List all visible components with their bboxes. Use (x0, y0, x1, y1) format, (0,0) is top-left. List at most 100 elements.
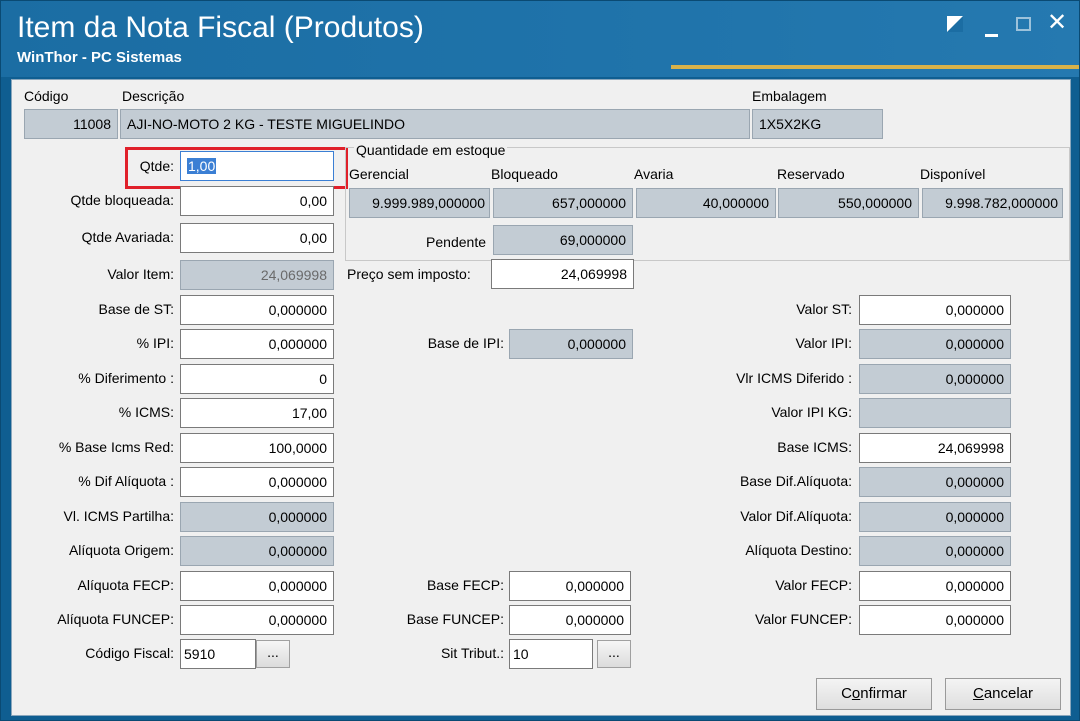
maximize-icon (1015, 16, 1031, 31)
preco-sem-imposto-label: Preço sem imposto: (347, 266, 471, 282)
valor-funcep-label: Valor FUNCEP: (755, 611, 852, 627)
cancelar-label-accel: C (972, 685, 984, 702)
aliquota-origem-field[interactable]: 0,000000 (180, 536, 334, 566)
sit-tribut-label: Sit Tribut.: (440, 645, 504, 661)
aliquota-funcep-input[interactable]: 0,000000 (180, 605, 334, 635)
minimize-button[interactable] (977, 9, 1005, 37)
pct-icms-input[interactable]: 17,00 (180, 398, 334, 428)
valor-st-input[interactable]: 0,000000 (859, 295, 1011, 325)
base-funcep-label: Base FUNCEP: (406, 611, 504, 627)
confirmar-label-accel: o (851, 685, 861, 702)
base-fecp-input[interactable]: 0,000000 (509, 571, 631, 601)
avaria-label: Avaria (634, 166, 674, 182)
valor-ipi-kg-field[interactable] (859, 398, 1011, 428)
descricao-field[interactable]: AJI-NO-MOTO 2 KG - TESTE MIGUELINDO (120, 109, 750, 139)
base-icms-label: Base ICMS: (777, 439, 852, 455)
valor-funcep-input[interactable]: 0,000000 (859, 605, 1011, 635)
pct-base-icms-red-input[interactable]: 100,0000 (180, 433, 334, 463)
base-st-label: Base de ST: (98, 301, 175, 317)
aliquota-fecp-input[interactable]: 0,000000 (180, 571, 334, 601)
disponivel-label: Disponível (920, 166, 986, 182)
avaria-field[interactable]: 40,000000 (636, 188, 776, 218)
base-ipi-field[interactable]: 0,000000 (509, 329, 633, 359)
bloqueado-field[interactable]: 657,000000 (493, 188, 633, 218)
sit-tribut-lookup-button[interactable]: ... (597, 640, 631, 668)
title-accent-line (671, 65, 1079, 69)
confirmar-label-pre: C (841, 685, 852, 702)
title-bar[interactable]: Item da Nota Fiscal (Produtos) WinThor -… (1, 1, 1079, 77)
stock-group-title: Quantidade em estoque (354, 142, 508, 158)
gerencial-field[interactable]: 9.999.989,000000 (349, 188, 490, 218)
aliquota-origem-label: Alíquota Origem: (68, 542, 174, 558)
aliquota-destino-field[interactable]: 0,000000 (859, 536, 1011, 566)
restore-down-button[interactable] (941, 9, 969, 37)
valor-dif-aliquota-label: Valor Dif.Alíquota: (740, 508, 852, 524)
dialog-window: Item da Nota Fiscal (Produtos) WinThor -… (0, 0, 1080, 721)
sit-tribut-input[interactable]: 10 (509, 639, 593, 669)
bloqueado-label: Bloqueado (491, 166, 558, 182)
valor-item-label: Valor Item: (107, 266, 174, 282)
aliquota-fecp-label: Alíquota FECP: (77, 577, 175, 593)
vlr-icms-diferido-label: Vlr ICMS Diferido : (736, 370, 852, 386)
pendente-field[interactable]: 69,000000 (493, 225, 633, 255)
qtde-avariada-input[interactable]: 0,00 (180, 223, 334, 253)
restore-icon (947, 15, 963, 32)
valor-fecp-label: Valor FECP: (775, 577, 852, 593)
valor-st-label: Valor ST: (796, 301, 852, 317)
qtde-avariada-label: Qtde Avariada: (81, 229, 174, 245)
embalagem-field[interactable]: 1X5X2KG (752, 109, 883, 139)
qtde-input[interactable]: 1,00 (180, 151, 334, 181)
aliquota-destino-label: Alíquota Destino: (745, 542, 852, 558)
close-button[interactable]: ✕ (1043, 9, 1071, 37)
form-body: Código 11008 Descrição AJI-NO-MOTO 2 KG … (11, 79, 1071, 716)
valor-fecp-input[interactable]: 0,000000 (859, 571, 1011, 601)
embalagem-label: Embalagem (752, 88, 827, 104)
codigo-fiscal-label: Código Fiscal: (85, 645, 174, 661)
valor-dif-aliquota-field[interactable]: 0,000000 (859, 502, 1011, 532)
valor-ipi-kg-label: Valor IPI KG: (771, 404, 852, 420)
pct-diferimento-input[interactable]: 0 (180, 364, 334, 394)
codigo-fiscal-input[interactable]: 5910 (180, 639, 256, 669)
pct-ipi-label: % IPI: (136, 335, 174, 351)
reservado-field[interactable]: 550,000000 (778, 188, 919, 218)
disponivel-field[interactable]: 9.998.782,000000 (922, 188, 1063, 218)
pct-dif-aliquota-input[interactable]: 0,000000 (180, 467, 334, 497)
pct-dif-aliquota-label: % Dif Alíquota : (78, 473, 174, 489)
codigo-field[interactable]: 11008 (24, 109, 118, 139)
qtde-input-value: 1,00 (187, 158, 217, 174)
base-funcep-input[interactable]: 0,000000 (509, 605, 631, 635)
pct-base-icms-red-label: % Base Icms Red: (58, 439, 174, 455)
minimize-icon (984, 34, 998, 37)
qtde-bloqueada-label: Qtde bloqueada: (70, 192, 174, 208)
pct-ipi-input[interactable]: 0,000000 (180, 329, 334, 359)
base-fecp-label: Base FECP: (426, 577, 504, 593)
gerencial-label: Gerencial (349, 166, 409, 182)
descricao-label: Descrição (122, 88, 185, 104)
vl-icms-partilha-label: Vl. ICMS Partilha: (63, 508, 174, 524)
valor-item-field[interactable]: 24,069998 (180, 260, 334, 290)
valor-ipi-field[interactable]: 0,000000 (859, 329, 1011, 359)
cancelar-label-post: ancelar (983, 685, 1034, 702)
qtde-bloqueada-input[interactable]: 0,00 (180, 186, 334, 216)
qtde-label: Qtde: (139, 158, 174, 174)
pendente-label: Pendente (426, 234, 486, 250)
pct-icms-label: % ICMS: (118, 404, 174, 420)
codigo-fiscal-lookup-button[interactable]: ... (256, 640, 290, 668)
base-ipi-label: Base de IPI: (427, 335, 504, 351)
maximize-button[interactable] (1009, 9, 1037, 37)
base-icms-input[interactable]: 24,069998 (859, 433, 1011, 463)
base-dif-aliquota-field[interactable]: 0,000000 (859, 467, 1011, 497)
preco-sem-imposto-input[interactable]: 24,069998 (491, 259, 634, 289)
cancelar-button[interactable]: Cancelar (945, 678, 1061, 710)
confirmar-button[interactable]: Confirmar (816, 678, 932, 710)
base-st-input[interactable]: 0,000000 (180, 295, 334, 325)
codigo-label: Código (24, 88, 69, 104)
base-dif-aliquota-label: Base Dif.Alíquota: (739, 473, 852, 489)
reservado-label: Reservado (777, 166, 845, 182)
valor-ipi-label: Valor IPI: (795, 335, 852, 351)
vlr-icms-diferido-field[interactable]: 0,000000 (859, 364, 1011, 394)
vl-icms-partilha-field[interactable]: 0,000000 (180, 502, 334, 532)
aliquota-funcep-label: Alíquota FUNCEP: (57, 611, 174, 627)
confirmar-label-post: nfirmar (860, 685, 907, 702)
window-subtitle: WinThor - PC Sistemas (17, 49, 182, 66)
